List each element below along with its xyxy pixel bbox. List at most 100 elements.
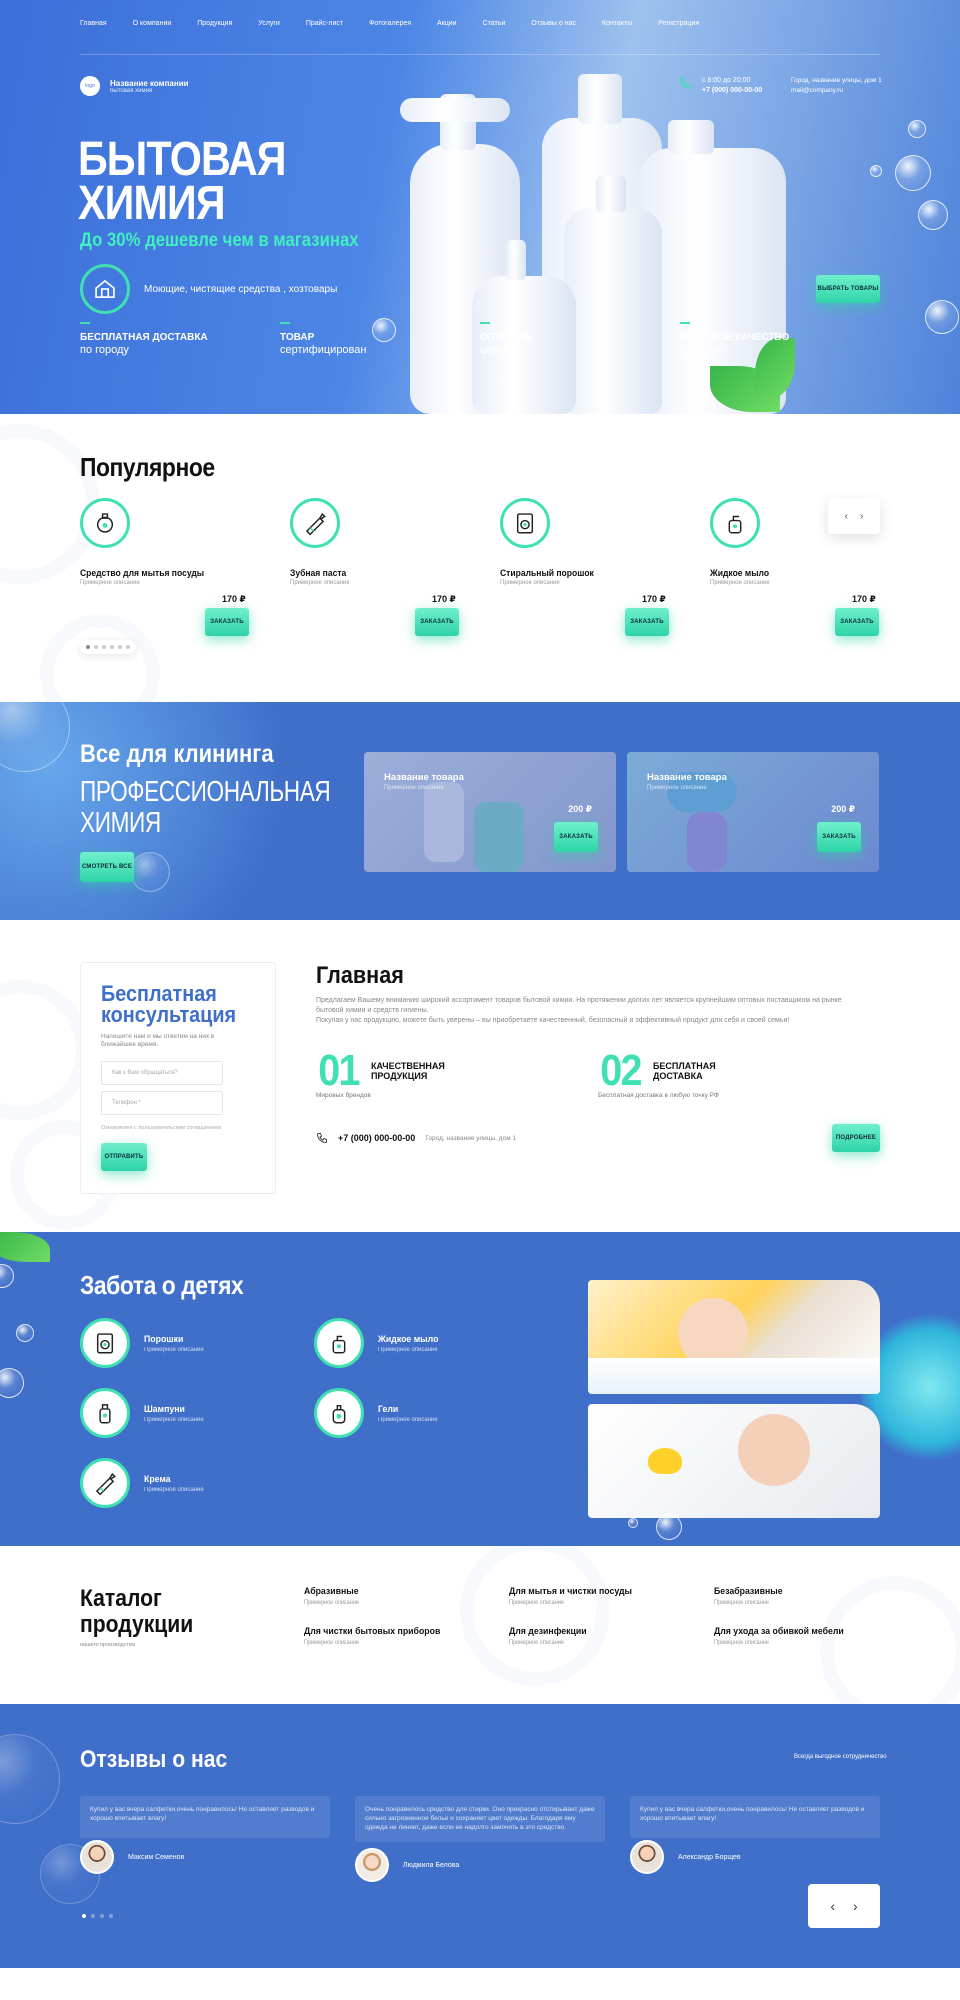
- product-bottles-image: [400, 68, 795, 414]
- catalog-item-desc: Примерное описание: [304, 1600, 359, 1606]
- see-all-button[interactable]: Смотреть все: [80, 852, 134, 882]
- cream-tube-icon: [80, 1458, 130, 1508]
- product-price: 170 ₽: [222, 594, 246, 604]
- product-desc: Примерное описание: [500, 580, 560, 586]
- pagination-dot[interactable]: [118, 645, 122, 649]
- catalog-item[interactable]: Для мытья и чистки посуды Примерное описа…: [509, 1586, 632, 1606]
- catalog-section: Каталог продукции нашего производства Аб…: [0, 1546, 960, 1704]
- nav-item-register[interactable]: Регистрация: [658, 20, 699, 27]
- nav-item-services[interactable]: Услуги: [258, 20, 280, 27]
- nav-item-products[interactable]: Продукция: [197, 20, 232, 27]
- header-email[interactable]: mail@company.ru: [791, 86, 882, 96]
- pagination-dot[interactable]: [109, 1914, 113, 1918]
- chevron-right-icon[interactable]: ›: [853, 1898, 858, 1914]
- avatar: [630, 1840, 664, 1874]
- catalog-item[interactable]: Для чистки бытовых приборов Примерное опи…: [304, 1626, 440, 1646]
- phone-field[interactable]: Телефон *: [101, 1091, 223, 1115]
- send-button[interactable]: Отправить: [101, 1143, 147, 1171]
- consultation-title-line2: консультация: [101, 1002, 237, 1027]
- kids-item-name: Крема: [144, 1473, 171, 1485]
- kids-item-desc: Примерное описание: [144, 1486, 204, 1493]
- feature-text: цены: [480, 344, 507, 356]
- more-button[interactable]: Подробнее: [832, 1124, 880, 1152]
- advantage-label-line2: доставка: [652, 1071, 703, 1081]
- cleaning-product-card[interactable]: Название товара Примерное описание 200 ₽…: [364, 752, 616, 872]
- kids-category-item[interactable]: Жидкое мыло Примерное описание: [314, 1318, 444, 1368]
- main-text-paragraph: Покупая у нас продукцию, можете быть уве…: [316, 1017, 790, 1024]
- pagination-dot[interactable]: [82, 1914, 86, 1918]
- house-icon: [80, 264, 130, 314]
- reviews-link[interactable]: Всегда выгодное сотрудничество: [794, 1754, 887, 1760]
- catalog-item-name: Для мытья и чистки посуды: [509, 1586, 633, 1597]
- feature-certified: Товар сертифицирован: [280, 322, 366, 357]
- nav-item-articles[interactable]: Статьи: [483, 20, 506, 27]
- nav-item-pricelist[interactable]: Прайс-лист: [306, 20, 343, 27]
- chevron-right-icon[interactable]: ›: [860, 511, 863, 522]
- product-name[interactable]: Стиральный порошок: [500, 568, 594, 579]
- hero-section: Главная О компании Продукция Услуги Прай…: [0, 0, 960, 414]
- catalog-item-desc: Примерное описание: [509, 1600, 564, 1606]
- feature-wholesale: Оптовые цены: [480, 322, 532, 357]
- main-phone[interactable]: +7 (000) 000-00-00: [338, 1133, 415, 1143]
- pagination-dot[interactable]: [94, 645, 98, 649]
- chevron-left-icon[interactable]: ‹: [845, 511, 848, 522]
- product-name[interactable]: Жидкое мыло: [710, 568, 769, 579]
- product-desc: Примерное описание: [80, 580, 140, 586]
- feature-free-delivery: Бесплатная доставка по городу: [80, 322, 208, 357]
- popular-title: Популярное: [80, 452, 215, 482]
- product-name: Название товара: [647, 772, 727, 783]
- header-phone[interactable]: +7 (000) 000-00-00: [702, 87, 762, 94]
- avatar: [355, 1848, 389, 1882]
- nav-item-home[interactable]: Главная: [80, 20, 107, 27]
- order-button[interactable]: Заказать: [205, 608, 249, 636]
- kids-category-item[interactable]: Гели Примерное описание: [314, 1388, 438, 1438]
- bubble-decoration: [0, 702, 70, 772]
- product-name[interactable]: Средство для мытья посуды: [80, 568, 204, 579]
- company-logo[interactable]: logo Название компании бытовая химия: [80, 76, 189, 96]
- nav-item-reviews[interactable]: Отзывы о нас: [531, 20, 576, 27]
- catalog-item[interactable]: Для дезинфекции Примерное описание: [509, 1626, 587, 1646]
- pagination-dot[interactable]: [126, 645, 130, 649]
- hero-category: Моющие, чистящие средства , хозтовары: [80, 264, 337, 314]
- pagination-dot[interactable]: [91, 1914, 95, 1918]
- order-button[interactable]: Заказать: [554, 822, 598, 852]
- popular-section: Популярное Средство для мытья посуды При…: [0, 414, 960, 702]
- bubble-decoration: [895, 155, 931, 191]
- pagination-dot[interactable]: [86, 645, 90, 649]
- catalog-item[interactable]: Для ухода за обивкой мебели Примерное опи…: [714, 1626, 844, 1646]
- kids-item-desc: Примерное описание: [144, 1416, 204, 1423]
- choose-products-button[interactable]: Выбрать товары: [816, 275, 880, 303]
- nav-item-about[interactable]: О компании: [133, 20, 172, 27]
- bubble-decoration: [628, 1518, 638, 1528]
- nav-item-contacts[interactable]: Контакты: [602, 20, 632, 27]
- cleaning-product-card[interactable]: Название товара Примерное описание 200 ₽…: [627, 752, 879, 872]
- reviews-section: Отзывы о нас Всегда выгодное сотрудничес…: [0, 1704, 960, 1968]
- order-button[interactable]: Заказать: [817, 822, 861, 852]
- pagination-dot[interactable]: [110, 645, 114, 649]
- catalog-item[interactable]: Безабразивные Примерное описание: [714, 1586, 783, 1606]
- advantage-delivery: 02 Бесплатная доставка: [598, 1046, 715, 1096]
- name-field[interactable]: Как к Вам обращаться?: [101, 1061, 223, 1085]
- main-description: Предлагаем Вашему вниманию широкий ассор…: [316, 996, 856, 1026]
- kids-category-item[interactable]: Крема Примерное описание: [80, 1458, 204, 1508]
- agreement-text[interactable]: Ознакомлен с пользовательским соглашение…: [101, 1125, 221, 1131]
- pagination-dot[interactable]: [100, 1914, 104, 1918]
- order-button[interactable]: Заказать: [415, 608, 459, 636]
- order-button[interactable]: Заказать: [625, 608, 669, 636]
- product-name[interactable]: Зубная паста: [290, 568, 346, 579]
- product-price: 170 ₽: [852, 594, 876, 604]
- order-button[interactable]: Заказать: [835, 608, 879, 636]
- catalog-item[interactable]: Абразивные Примерное описание: [304, 1586, 359, 1606]
- pagination-dot[interactable]: [102, 645, 106, 649]
- feature-title: Высокое качество: [680, 332, 790, 343]
- kids-item-desc: Примерное описание: [144, 1346, 204, 1353]
- nav-item-gallery[interactable]: Фотогалерея: [369, 20, 411, 27]
- kids-category-item[interactable]: Шампуни Примерное описание: [80, 1388, 204, 1438]
- chevron-left-icon[interactable]: ‹: [830, 1898, 835, 1914]
- review-text: Очень понравилось средство для стирки. О…: [355, 1796, 605, 1842]
- nav-item-promotions[interactable]: Акции: [437, 20, 457, 27]
- kids-item-desc: Примерное описание: [378, 1346, 438, 1353]
- cleaning-subtitle-line1: ПРОФЕССИОНАЛЬНАЯ: [80, 776, 331, 808]
- reviews-pagination: [82, 1914, 113, 1918]
- kids-category-item[interactable]: Порошки Примерное описание: [80, 1318, 204, 1368]
